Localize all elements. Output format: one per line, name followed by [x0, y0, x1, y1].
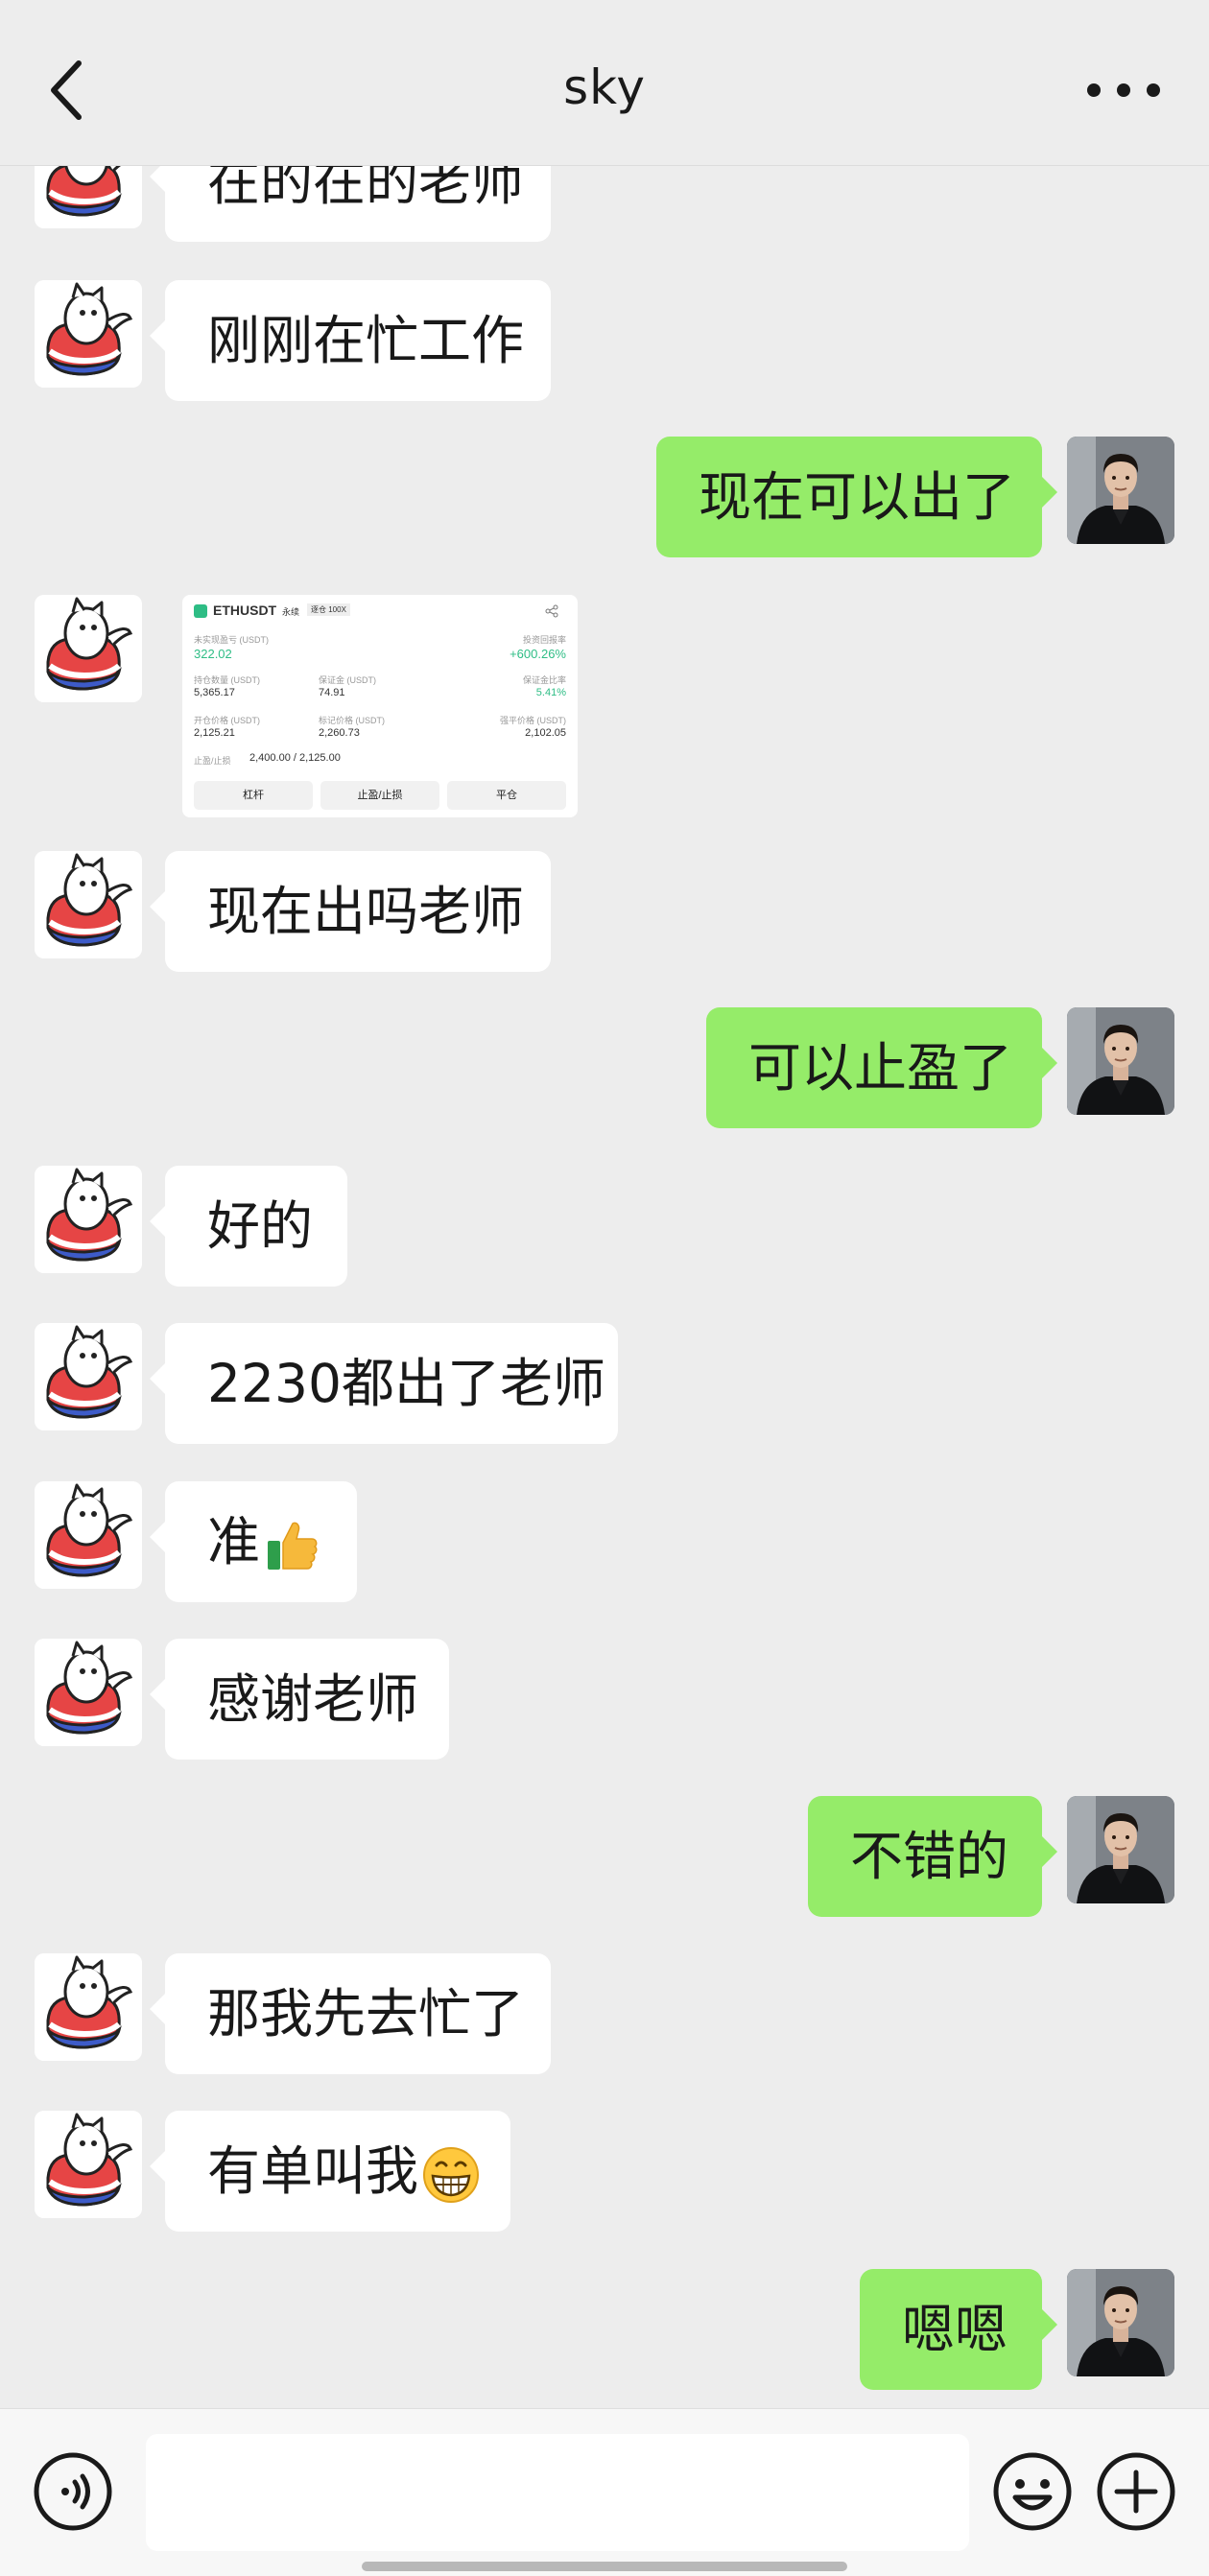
- message-bubble[interactable]: 有单叫我: [150, 2111, 510, 2232]
- contact-avatar[interactable]: [35, 1166, 142, 1273]
- liq-value: 2,102.05: [525, 727, 566, 739]
- message-bubble[interactable]: 在的在的老师: [150, 165, 551, 242]
- contact-avatar[interactable]: [35, 1481, 142, 1589]
- roe-label: 投资回报率: [522, 635, 566, 645]
- my-avatar[interactable]: [1067, 1796, 1174, 1903]
- message-list[interactable]: 在的在的老师 刚刚在忙工作 现在可以出了 ETHUSDT 永续 逐仓 100X …: [0, 165, 1209, 2408]
- message-bubble[interactable]: 2230都出了老师: [150, 1323, 618, 1444]
- message-bubble[interactable]: 刚刚在忙工作: [150, 280, 551, 401]
- contact-avatar[interactable]: [35, 280, 142, 388]
- contact-avatar[interactable]: [35, 851, 142, 958]
- more-options-button[interactable]: [1080, 69, 1167, 111]
- close-position-button: 平仓: [447, 781, 566, 810]
- message-bubble[interactable]: 嗯嗯: [860, 2269, 1057, 2390]
- tpsl-label: 止盈/止损: [194, 756, 231, 766]
- grinning-face-icon: [423, 2146, 480, 2203]
- tpsl-value: 2,400.00 / 2,125.00: [249, 752, 341, 764]
- message-bubble[interactable]: 现在可以出了: [656, 437, 1057, 557]
- voice-button[interactable]: [33, 2451, 113, 2532]
- pnl-value: 322.02: [194, 647, 232, 661]
- share-icon: [545, 604, 558, 618]
- message-bubble[interactable]: 可以止盈了: [706, 1007, 1057, 1128]
- contact-avatar[interactable]: [35, 1323, 142, 1430]
- entry-label: 开仓价格 (USDT): [194, 716, 260, 725]
- message-text: 准: [207, 1511, 261, 1572]
- my-avatar[interactable]: [1067, 2269, 1174, 2376]
- contact-avatar[interactable]: [35, 165, 142, 228]
- roe-value: +600.26%: [510, 647, 566, 661]
- margin-label: 保证金 (USDT): [319, 675, 376, 685]
- my-avatar[interactable]: [1067, 1007, 1174, 1115]
- pnl-label: 未实现盈亏 (USDT): [194, 635, 269, 645]
- chat-header: sky: [0, 0, 1209, 166]
- leverage-button: 杠杆: [194, 781, 313, 810]
- message-bubble[interactable]: 不错的: [808, 1796, 1057, 1917]
- thumbs-up-icon: [268, 1522, 318, 1570]
- emoji-icon: [993, 2452, 1072, 2531]
- trade-symbol: ETHUSDT: [213, 603, 277, 618]
- chat-title: sky: [563, 59, 646, 115]
- message-input[interactable]: [146, 2434, 969, 2551]
- home-indicator: [362, 2562, 847, 2571]
- contact-avatar[interactable]: [35, 595, 142, 702]
- tpsl-button: 止盈/止损: [320, 781, 439, 810]
- mark-label: 标记价格 (USDT): [319, 716, 385, 725]
- contact-avatar[interactable]: [35, 2111, 142, 2218]
- more-functions-button[interactable]: [1096, 2451, 1176, 2532]
- margin-ratio-label: 保证金比率: [522, 675, 566, 685]
- entry-value: 2,125.21: [194, 727, 235, 739]
- coin-logo: [194, 604, 207, 618]
- size-label: 持仓数量 (USDT): [194, 675, 260, 685]
- message-text: 有单叫我: [207, 2140, 419, 2202]
- margin-ratio-value: 5.41%: [535, 687, 566, 698]
- more-dots-icon: [1087, 83, 1160, 97]
- liq-label: 强平价格 (USDT): [500, 716, 566, 725]
- trade-mode: 逐仓 100X: [307, 603, 350, 616]
- contact-avatar[interactable]: [35, 1639, 142, 1746]
- contact-avatar[interactable]: [35, 1953, 142, 2061]
- mark-value: 2,260.73: [319, 727, 360, 739]
- my-avatar[interactable]: [1067, 437, 1174, 544]
- message-bubble[interactable]: 现在出吗老师: [150, 851, 551, 972]
- emoji-button[interactable]: [992, 2451, 1073, 2532]
- plus-icon: [1097, 2452, 1175, 2531]
- message-bubble[interactable]: 准: [150, 1481, 357, 1602]
- trade-kind: 永续: [282, 607, 300, 617]
- size-value: 5,365.17: [194, 687, 235, 698]
- trade-screenshot-image[interactable]: ETHUSDT 永续 逐仓 100X 未实现盈亏 (USDT) 322.02 投…: [182, 595, 578, 817]
- message-bubble[interactable]: 感谢老师: [150, 1639, 449, 1760]
- input-bar: [0, 2408, 1209, 2576]
- message-bubble[interactable]: 好的: [150, 1166, 347, 1287]
- margin-value: 74.91: [319, 687, 345, 698]
- message-bubble[interactable]: 那我先去忙了: [150, 1953, 551, 2074]
- voice-icon: [34, 2452, 112, 2531]
